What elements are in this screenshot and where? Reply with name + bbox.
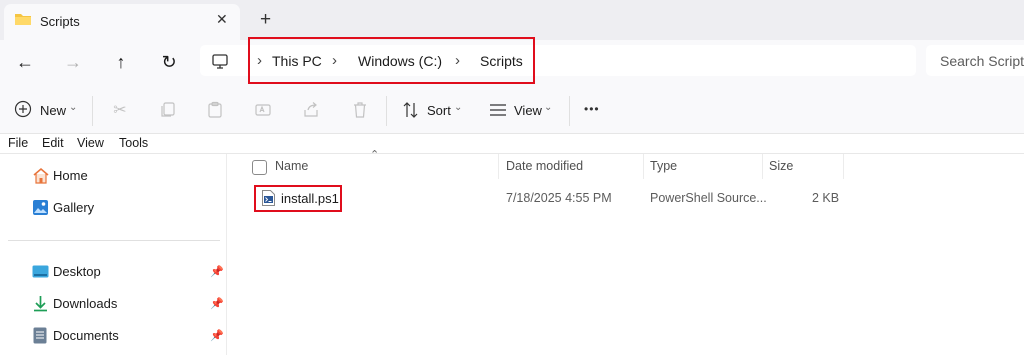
up-icon[interactable]: ↑ <box>109 50 133 74</box>
nav-pane-divider[interactable] <box>226 154 227 355</box>
delete-icon[interactable] <box>351 101 369 119</box>
pin-icon[interactable]: 📌 <box>210 329 224 342</box>
more-options-icon[interactable]: ••• <box>584 102 600 116</box>
search-placeholder: Search Scripts <box>940 53 1024 69</box>
refresh-icon[interactable]: ↻ <box>157 50 181 74</box>
close-icon[interactable]: ✕ <box>216 11 228 28</box>
gallery-icon <box>33 200 48 215</box>
new-icon[interactable] <box>14 100 32 118</box>
column-separator[interactable] <box>762 154 763 179</box>
toolbar-divider <box>386 96 387 126</box>
pin-icon[interactable]: 📌 <box>210 297 224 310</box>
sidebar-item-downloads[interactable]: Downloads 📌 <box>30 294 224 314</box>
sort-button[interactable]: Sort <box>427 103 451 118</box>
column-header-size[interactable]: Size <box>769 159 793 173</box>
command-bar <box>0 84 1024 134</box>
menu-tools[interactable]: Tools <box>119 136 148 150</box>
forward-icon[interactable]: → <box>61 50 85 74</box>
nav-separator <box>8 240 220 241</box>
file-highlight <box>254 185 342 212</box>
rename-icon[interactable] <box>254 101 272 119</box>
toolbar-divider <box>92 96 93 126</box>
file-size: 2 KB <box>812 191 840 205</box>
back-icon[interactable]: ← <box>13 50 37 74</box>
downloads-icon <box>34 296 47 312</box>
file-date-modified: 7/18/2025 4:55 PM <box>506 191 612 205</box>
chevron-down-icon[interactable]: ⌄ <box>544 102 552 113</box>
chevron-down-icon[interactable]: ⌄ <box>454 102 462 113</box>
sidebar-item-documents[interactable]: Documents 📌 <box>30 326 224 346</box>
sidebar-item-desktop[interactable]: Desktop 📌 <box>30 262 224 282</box>
sidebar-item-home[interactable]: Home <box>30 166 220 186</box>
view-icon[interactable] <box>489 103 507 117</box>
column-separator[interactable] <box>643 154 644 179</box>
pin-icon[interactable]: 📌 <box>210 265 224 278</box>
sidebar-item-label: Home <box>53 168 88 183</box>
toolbar-divider <box>569 96 570 126</box>
copy-icon[interactable] <box>159 101 177 119</box>
home-icon <box>33 167 49 184</box>
menu-view[interactable]: View <box>77 136 104 150</box>
share-icon[interactable] <box>302 101 320 119</box>
chevron-down-icon[interactable]: ⌄ <box>69 102 77 113</box>
column-separator[interactable] <box>843 154 844 179</box>
new-tab-button[interactable]: + <box>260 9 271 31</box>
column-header-name[interactable]: Name <box>275 159 308 173</box>
sidebar-item-label: Documents <box>53 328 119 343</box>
sidebar-item-label: Desktop <box>53 264 101 279</box>
menu-file[interactable]: File <box>8 136 28 150</box>
menu-bar <box>0 134 1024 154</box>
this-pc-icon[interactable] <box>211 52 229 70</box>
sidebar-item-label: Gallery <box>53 200 95 215</box>
folder-icon <box>15 14 31 25</box>
select-all-checkbox[interactable] <box>252 160 267 175</box>
tab-title: Scripts <box>40 14 80 29</box>
cut-icon[interactable]: ✂ <box>110 100 130 120</box>
view-button[interactable]: View <box>514 103 542 118</box>
sort-icon[interactable] <box>402 102 420 118</box>
paste-icon[interactable] <box>206 101 224 119</box>
menu-edit[interactable]: Edit <box>42 136 64 150</box>
column-header-type[interactable]: Type <box>650 159 677 173</box>
new-button[interactable]: New <box>40 103 66 118</box>
documents-icon <box>33 327 47 344</box>
sidebar-item-gallery[interactable]: Gallery <box>30 198 220 218</box>
column-header-date-modified[interactable]: Date modified <box>506 159 583 173</box>
column-separator[interactable] <box>498 154 499 179</box>
sidebar-item-label: Downloads <box>53 296 118 311</box>
sort-ascending-icon: ⌃ <box>370 149 380 161</box>
desktop-icon <box>32 265 49 278</box>
breadcrumb-highlight <box>248 37 535 84</box>
file-type: PowerShell Source... <box>650 191 767 205</box>
